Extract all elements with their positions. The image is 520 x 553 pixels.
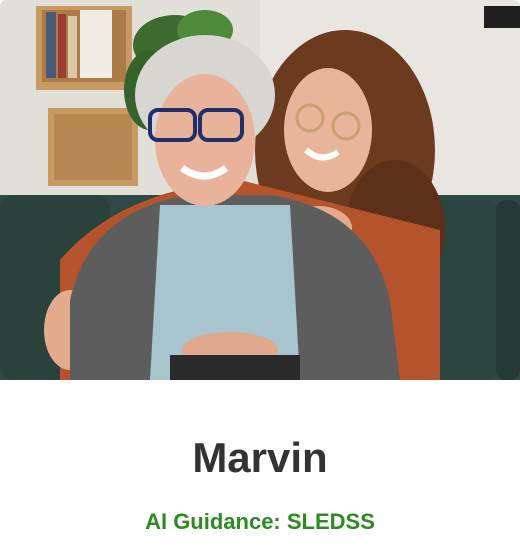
card-title: Marvin bbox=[192, 434, 328, 481]
card-subtitle: AI Guidance: SLEDSS bbox=[145, 509, 375, 534]
profile-photo bbox=[0, 0, 520, 380]
profile-card[interactable]: Marvin AI Guidance: SLEDSS bbox=[0, 0, 520, 553]
profile-photo-illustration bbox=[0, 0, 520, 380]
